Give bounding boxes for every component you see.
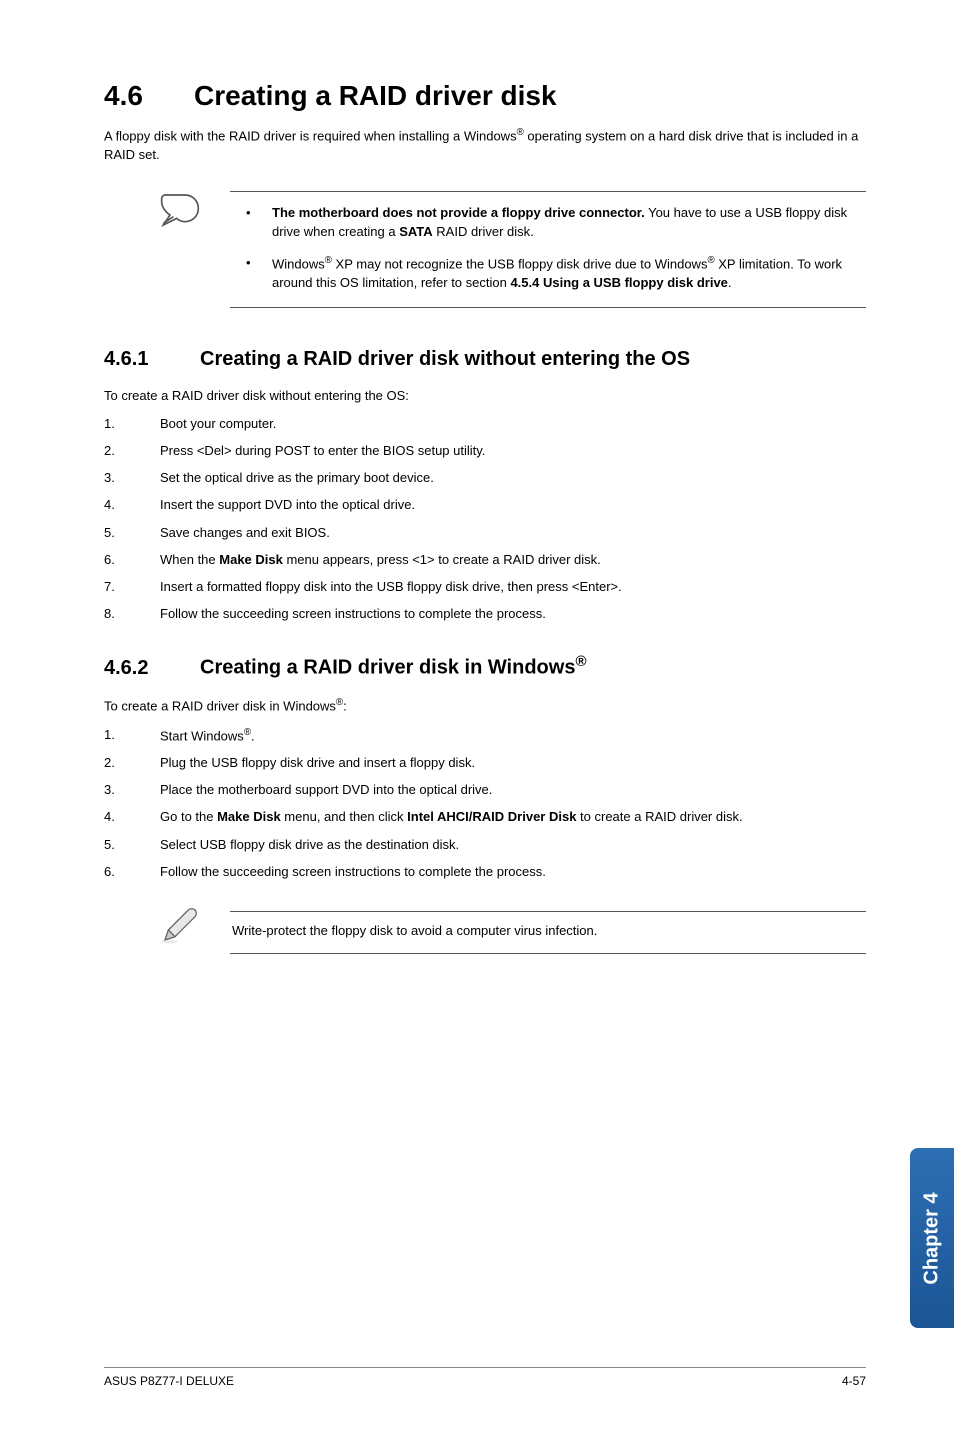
- pencil-icon: [160, 905, 200, 950]
- step-item: Go to the Make Disk menu, and then click…: [104, 808, 866, 826]
- heading-title: Creating a RAID driver disk: [194, 80, 557, 111]
- step-item: Boot your computer.: [104, 415, 866, 433]
- registered-mark: ®: [575, 653, 586, 670]
- step-item: Plug the USB floppy disk drive and inser…: [104, 754, 866, 772]
- step-item: Start Windows®.: [104, 726, 866, 746]
- steps-list: Start Windows®. Plug the USB floppy disk …: [104, 726, 866, 881]
- lead-text: To create a RAID driver disk without ent…: [104, 387, 866, 405]
- note-item: The motherboard does not provide a flopp…: [232, 204, 860, 242]
- note-content: The motherboard does not provide a flopp…: [230, 191, 866, 308]
- step-item: Insert a formatted floppy disk into the …: [104, 578, 866, 596]
- step-item: Insert the support DVD into the optical …: [104, 496, 866, 514]
- subsection-title-pre: Creating a RAID driver disk in Windows: [200, 657, 575, 679]
- heading-number: 4.6: [104, 80, 194, 112]
- step-item: Follow the succeeding screen instruction…: [104, 863, 866, 881]
- step-item: Save changes and exit BIOS.: [104, 524, 866, 542]
- lead-post: :: [343, 698, 347, 713]
- note-icon: [160, 193, 200, 232]
- section-heading: 4.6Creating a RAID driver disk: [104, 80, 866, 112]
- subsection-heading: 4.6.1Creating a RAID driver disk without…: [104, 348, 866, 371]
- footer-right: 4-57: [842, 1374, 866, 1388]
- note-list: The motherboard does not provide a flopp…: [232, 204, 860, 293]
- note-item: Windows® XP may not recognize the USB fl…: [232, 254, 860, 293]
- intro-text-1: A floppy disk with the RAID driver is re…: [104, 128, 517, 143]
- registered-mark: ®: [517, 127, 524, 138]
- intro-paragraph: A floppy disk with the RAID driver is re…: [104, 126, 866, 165]
- step-item: When the Make Disk menu appears, press <…: [104, 551, 866, 569]
- tip-content: Write-protect the floppy disk to avoid a…: [230, 911, 866, 954]
- page-footer: ASUS P8Z77-I DELUXE 4-57: [104, 1367, 866, 1388]
- step-item: Select USB floppy disk drive as the dest…: [104, 836, 866, 854]
- chapter-tab-label: Chapter 4: [921, 1192, 944, 1284]
- note-block: The motherboard does not provide a flopp…: [160, 191, 866, 308]
- step-item: Set the optical drive as the primary boo…: [104, 469, 866, 487]
- subsection-title: Creating a RAID driver disk without ente…: [200, 348, 690, 370]
- step-item: Follow the succeeding screen instruction…: [104, 605, 866, 623]
- tip-text: Write-protect the floppy disk to avoid a…: [232, 923, 597, 938]
- tip-block: Write-protect the floppy disk to avoid a…: [160, 911, 866, 954]
- footer-left: ASUS P8Z77-I DELUXE: [104, 1374, 234, 1388]
- subsection-heading: 4.6.2Creating a RAID driver disk in Wind…: [104, 653, 866, 680]
- subsection-number: 4.6.2: [104, 657, 200, 680]
- step-item: Place the motherboard support DVD into t…: [104, 781, 866, 799]
- lead-text: To create a RAID driver disk in Windows®…: [104, 696, 866, 716]
- steps-list: Boot your computer. Press <Del> during PO…: [104, 415, 866, 624]
- chapter-tab: Chapter 4: [910, 1148, 954, 1328]
- step-item: Press <Del> during POST to enter the BIO…: [104, 442, 866, 460]
- lead-pre: To create a RAID driver disk in Windows: [104, 698, 336, 713]
- subsection-number: 4.6.1: [104, 348, 200, 371]
